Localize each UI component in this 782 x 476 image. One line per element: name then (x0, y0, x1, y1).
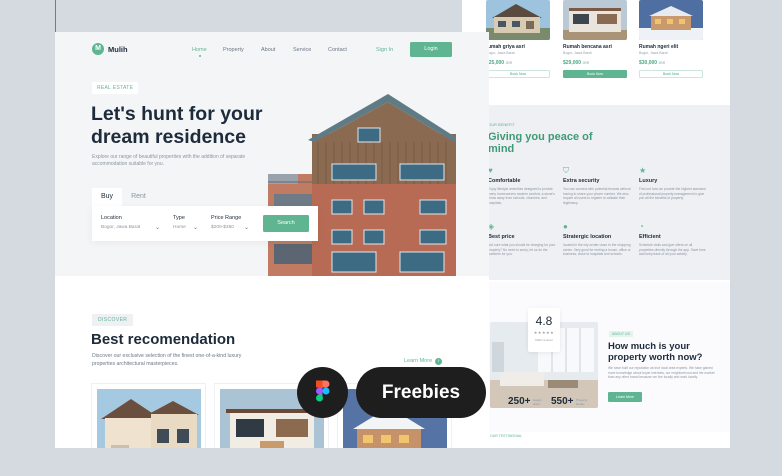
feature-item: ● Stratergic location located in the cit… (563, 222, 631, 257)
listing-image (639, 0, 703, 40)
nav-about[interactable]: About (261, 47, 275, 53)
listing-price: $25,000 2BR (486, 60, 513, 66)
tab-buy[interactable]: Buy (92, 188, 123, 206)
brand-logo[interactable]: M Mulih (92, 43, 128, 55)
about-title: How much is your property worth now? (608, 341, 703, 363)
listing-card[interactable]: rumah griya asri Bogor, Jawa Barat $25,0… (486, 0, 550, 82)
logo-mark-icon: M (92, 43, 104, 55)
stat-clients-label: Happy client (533, 398, 542, 406)
listing-price: $29,000 2BR (563, 60, 590, 66)
login-button[interactable]: Login (410, 42, 452, 57)
feature-item: ♥ Comfortable Enjoy lifestyle amenities … (488, 166, 555, 205)
about-section: 4.8 ★★★★★ 5000 reviews 250+ Happy client… (462, 282, 730, 432)
star-icon: ★ (639, 166, 647, 175)
freebies-label-pill: Freebies (356, 367, 486, 418)
chart-icon: ◔ (639, 222, 644, 231)
nav-home[interactable]: Home (192, 47, 207, 57)
recommendation-subtitle: Discover our exclusive selection of the … (92, 353, 242, 367)
discover-badge: DISCOVER (92, 314, 134, 326)
shield-icon: ⛉ (563, 166, 569, 175)
figma-logo-badge (297, 367, 348, 418)
tab-rent[interactable]: Rent (122, 188, 155, 206)
nav-service[interactable]: Service (293, 47, 311, 53)
stat-properties: 550+ (551, 396, 574, 407)
about-tag: ABOUT US (609, 331, 633, 337)
listing-name: Rumah ngeri elit (639, 44, 679, 50)
about-description: We have built our reputation as true loc… (608, 366, 715, 379)
benefits-section: OUR BENEFIT Giving you peace of mind ♥ C… (462, 105, 730, 280)
benefits-title: Giving you peace of mind (488, 131, 593, 155)
chevron-down-icon: ⌄ (155, 225, 161, 231)
brand-name: Mulih (108, 44, 128, 54)
hero-section: M Mulih Home Property About Service Cont… (55, 32, 489, 276)
tag-icon: ◈ (488, 222, 495, 231)
active-dot (199, 55, 201, 57)
figma-icon (316, 380, 330, 402)
search-tabs: Buy Rent (92, 188, 155, 206)
listing-price: $30,000 2BR (639, 60, 666, 66)
listing-name: Rumah bencana asri (563, 44, 612, 50)
rating-label: 5000 reviews (535, 338, 553, 342)
book-now-button[interactable]: Book Now (486, 70, 550, 78)
benefits-tag: OUR BENEFIT (488, 122, 515, 127)
feature-item: ★ Luxury Find out how we provide the hig… (639, 166, 706, 201)
book-now-button[interactable]: Book Now (639, 70, 703, 78)
rating-value: 4.8 (535, 314, 553, 328)
sign-in-link[interactable]: Sign In (376, 47, 393, 53)
rating-stars: ★★★★★ (533, 330, 555, 335)
type-field[interactable]: Type Home ⌄ (173, 215, 198, 231)
bottom-band (0, 448, 782, 476)
learn-more-link[interactable]: Learn More › (404, 358, 443, 365)
listing-card[interactable]: Rumah bencana asri Bogor, Jawa Barat $29… (563, 0, 627, 82)
listing-image (563, 0, 627, 40)
feature-item: ◔ Efficient Schedule visits and give off… (639, 222, 706, 257)
building-image (268, 94, 489, 276)
chevron-down-icon: ⌄ (193, 225, 199, 231)
chevron-down-icon: ⌄ (244, 225, 250, 231)
location-field[interactable]: Location Bogor, Jawa Barat ⌄ (101, 215, 160, 231)
feature-item: ⛉ Extra security You can connect with po… (563, 166, 631, 205)
listing-image (486, 0, 550, 40)
nav-contact[interactable]: Contact (328, 47, 347, 53)
heart-icon: ♥ (488, 166, 493, 175)
book-now-button[interactable]: Book Now (563, 70, 627, 78)
stat-properties-label: Property Ready (576, 398, 588, 406)
pin-icon: ● (563, 222, 568, 231)
listing-location: Bogor, Jawa Barat (563, 51, 592, 55)
listing-card[interactable]: Rumah ngeri elit Bogor, Jawa Barat $30,0… (639, 0, 703, 82)
testimonial-tag: OUR TESTIMONIAL (490, 434, 523, 438)
arrow-right-icon: › (435, 358, 443, 365)
feature-item: ◈ Best price Not sure what you should be… (488, 222, 556, 257)
property-search-box: Location Bogor, Jawa Barat ⌄ Type Home ⌄… (92, 206, 318, 241)
hero-subtitle: Explore our range of beautiful propertie… (92, 154, 246, 167)
back-page-preview: rumah griya asri Bogor, Jawa Barat $25,0… (462, 0, 730, 476)
search-button[interactable]: Search (263, 215, 309, 232)
nav-property[interactable]: Property (223, 47, 244, 53)
price-range-field[interactable]: Price Range $200-$350 ⌄ (211, 215, 249, 231)
hero-badge: REAL ESTATE (92, 82, 139, 94)
listing-location: Bogor, Jawa Barat (639, 51, 668, 55)
recommendation-title: Best recomendation (91, 331, 236, 348)
listing-location: Bogor, Jawa Barat (486, 51, 515, 55)
listing-name: rumah griya asri (486, 44, 525, 50)
about-learn-more-button[interactable]: Learn More (608, 392, 642, 402)
rating-card: 4.8 ★★★★★ 5000 reviews (528, 308, 560, 352)
stat-clients: 250+ (508, 396, 531, 407)
